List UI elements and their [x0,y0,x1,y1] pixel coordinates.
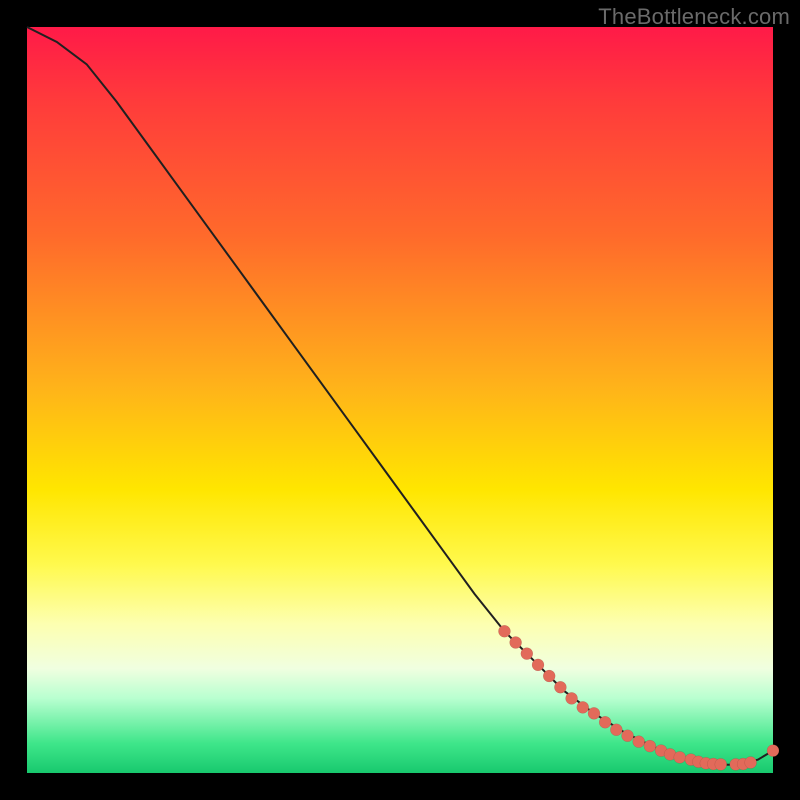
chart-frame: TheBottleneck.com [0,0,800,800]
data-marker [745,757,757,769]
data-marker [588,707,600,719]
data-marker [554,681,566,693]
data-marker [599,716,611,728]
data-marker [622,730,634,742]
data-marker [644,740,656,752]
watermark-text: TheBottleneck.com [598,4,790,30]
data-marker [633,736,645,748]
data-marker [532,659,544,671]
data-marker [715,758,727,770]
data-marker [543,670,555,682]
data-marker [510,636,522,648]
bottleneck-curve [27,27,773,765]
marker-group [498,625,779,770]
data-marker [610,724,622,736]
data-marker [767,745,779,757]
plot-area [27,27,773,773]
data-marker [577,701,589,713]
data-marker [566,692,578,704]
data-marker [498,625,510,637]
data-marker [521,648,533,660]
chart-svg [27,27,773,773]
data-marker [674,751,686,763]
